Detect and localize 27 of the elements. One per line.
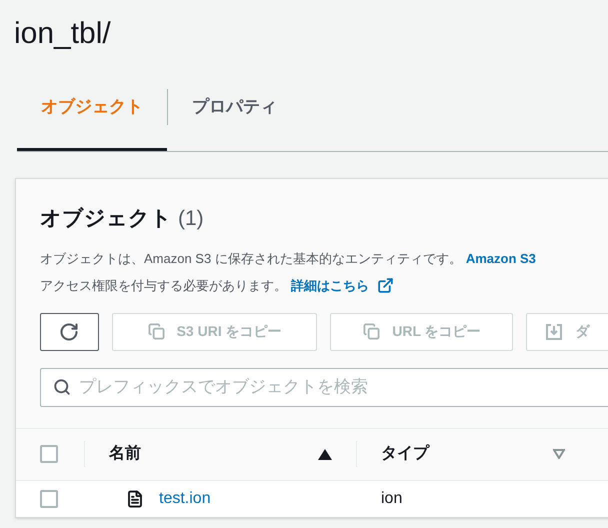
table-row[interactable]: test.ion ion <box>16 480 608 516</box>
file-icon <box>126 490 144 508</box>
tab[interactable]: プロパティ <box>168 62 301 151</box>
object-count: (1) <box>178 206 204 232</box>
column-header[interactable]: 名前 <box>85 428 356 480</box>
row-checkbox[interactable] <box>40 490 58 508</box>
search-field[interactable]: プレフィックスでオブジェクトを検索 <box>79 374 608 400</box>
docs-link[interactable]: Amazon S3 <box>466 250 536 266</box>
external-link-icon <box>377 276 394 294</box>
refresh-button[interactable] <box>40 312 99 350</box>
panel-heading: オブジェクト <box>40 206 172 232</box>
tab[interactable]: オブジェクト <box>17 62 167 151</box>
sort-icon <box>553 449 565 459</box>
search-bar[interactable]: プレフィックスでオブジェクトを検索 <box>40 368 608 406</box>
sort-ascending-icon <box>318 448 332 460</box>
learn-more-link[interactable]: 詳細はこちら <box>291 272 394 298</box>
page-title: ion_tbl/ <box>14 16 111 52</box>
refresh-icon <box>59 322 80 342</box>
search-icon <box>53 378 71 396</box>
download-icon <box>545 322 564 340</box>
copy-icon <box>148 323 165 340</box>
column-header[interactable]: タイプ <box>357 428 595 480</box>
object-name-link[interactable]: test.ion <box>159 486 211 510</box>
select-all-checkbox[interactable] <box>40 445 58 463</box>
table-cell-text: ion <box>380 488 402 508</box>
copy-icon <box>363 323 380 340</box>
panel-description: オブジェクトは、Amazon S3 に保存された基本的なエンティティです。 Amazon S3 アクセス権限を付与する必要があります。 詳細はこちら <box>40 244 608 298</box>
